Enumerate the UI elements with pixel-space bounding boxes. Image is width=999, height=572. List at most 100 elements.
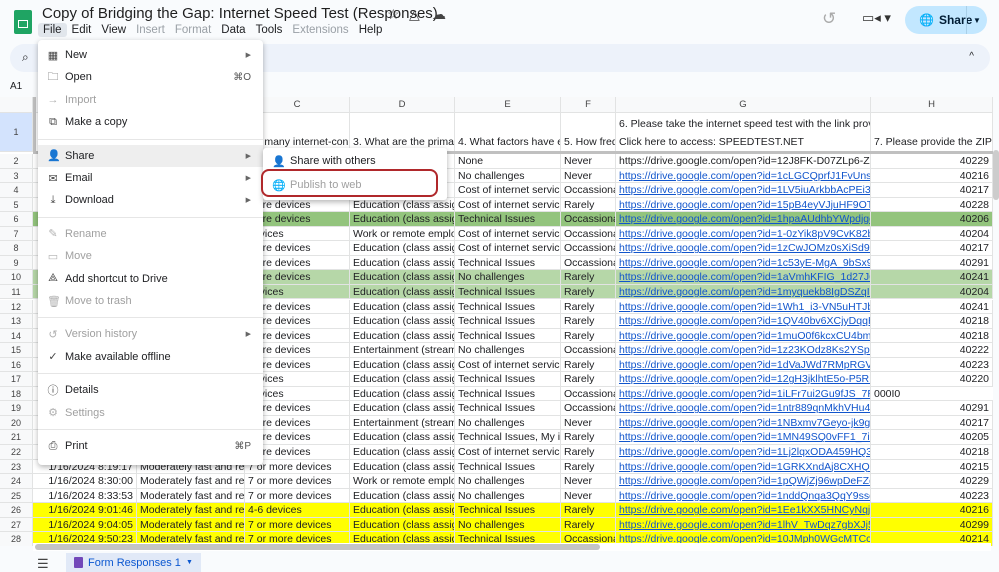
cell[interactable]: Entertainment (streaming — [350, 415, 455, 431]
column-header[interactable]: F — [561, 97, 616, 113]
cloud-status-icon[interactable]: ☁ — [432, 6, 446, 23]
cell[interactable]: 1/16/2024 8:33:53 — [33, 488, 137, 504]
horizontal-scrollbar[interactable] — [33, 543, 991, 551]
row-number[interactable]: 7 — [0, 226, 33, 242]
menu-item-details[interactable]: ⓘ Details — [38, 379, 263, 401]
cell[interactable]: Work or remote employm — [350, 226, 455, 242]
link-cell[interactable]: https://drive.google.com/open?id=1pQWjZj… — [616, 474, 871, 489]
cell[interactable]: Technical Issues — [455, 328, 561, 344]
column-header[interactable]: G — [616, 97, 871, 113]
row-number[interactable]: 5 — [0, 197, 33, 213]
row-number[interactable]: 27 — [0, 517, 33, 533]
menu-item-download[interactable]: ⤓ Download ▶ — [38, 189, 263, 211]
cell[interactable]: Technical Issues — [455, 459, 561, 475]
cell[interactable]: 4-6 devices — [245, 503, 350, 518]
menu-item-email[interactable]: ✉ Email ▶ — [38, 167, 263, 189]
cell[interactable]: Moderately fast and relial — [137, 517, 245, 533]
row-number[interactable]: 10 — [0, 270, 33, 285]
cell[interactable]: None — [455, 154, 561, 169]
cell[interactable]: Rarely — [561, 357, 616, 373]
cell[interactable]: 40216 — [871, 503, 993, 518]
cell[interactable]: Cost of internet service, T — [455, 445, 561, 460]
cell[interactable]: 40222 — [871, 343, 993, 358]
cell[interactable]: 40223 — [871, 357, 993, 373]
cell[interactable]: Occassionall — [561, 386, 616, 402]
cell[interactable]: Never — [561, 154, 616, 169]
cell[interactable]: Education (class assignm — [350, 241, 455, 256]
cell[interactable]: 1/16/2024 9:04:05 — [33, 517, 137, 533]
cell[interactable]: Education (class assignm — [350, 357, 455, 373]
menu-help[interactable]: Help — [354, 23, 388, 37]
row-number[interactable]: 2 — [0, 154, 33, 169]
cell[interactable]: Cost of internet service — [455, 357, 561, 373]
cell[interactable]: Education (class assignm — [350, 401, 455, 416]
cell[interactable]: Never — [561, 168, 616, 184]
cell[interactable]: 000I0 — [871, 386, 993, 402]
row-number[interactable]: 17 — [0, 372, 33, 387]
cell[interactable]: Moderately fast and relial — [137, 503, 245, 518]
corner-cell[interactable] — [0, 97, 33, 113]
row-number[interactable]: 25 — [0, 488, 33, 504]
cell[interactable]: 40223 — [871, 488, 993, 504]
menu-tools[interactable]: Tools — [251, 23, 288, 37]
version-history-icon[interactable]: ↺ — [822, 9, 836, 29]
column-header[interactable]: H — [871, 97, 993, 113]
header-cell[interactable]: 4. What factors have eve — [455, 113, 561, 152]
cell[interactable]: No challenges — [455, 168, 561, 184]
cell[interactable]: 40291 — [871, 255, 993, 271]
menu-item-version-history[interactable]: ↺ Version history ▶ — [38, 323, 263, 345]
row-number[interactable]: 9 — [0, 255, 33, 271]
link-cell[interactable]: https://drive.google.com/open?id=1LV5iuA… — [616, 183, 871, 198]
document-title[interactable]: Copy of Bridging the Gap: Internet Speed… — [42, 5, 438, 22]
cell[interactable]: Rarely — [561, 372, 616, 387]
cell[interactable]: 40205 — [871, 430, 993, 445]
link-cell[interactable]: https://drive.google.com/open?id=1nddQnq… — [616, 488, 871, 504]
menu-view[interactable]: View — [96, 23, 131, 37]
cell[interactable]: Rarely — [561, 517, 616, 533]
cell[interactable]: 40216 — [871, 168, 993, 184]
cell[interactable]: Occassionall — [561, 212, 616, 227]
link-cell[interactable]: https://drive.google.com/open?id=1hpaAUd… — [616, 212, 871, 227]
sheets-logo[interactable] — [14, 10, 32, 34]
link-cell[interactable]: https://drive.google.com/open?id=12J8FK-… — [616, 154, 871, 169]
cell[interactable]: Education (class assignm — [350, 503, 455, 518]
sheet-tab[interactable]: Form Responses 1 ▼ — [66, 553, 201, 572]
menu-item-settings[interactable]: ⚙ Settings — [38, 402, 263, 424]
chevron-down-icon[interactable]: ▼ — [973, 16, 981, 25]
cell[interactable]: Rarely — [561, 284, 616, 300]
cell[interactable]: Moderately fast and relial — [137, 474, 245, 489]
row-number[interactable]: 8 — [0, 241, 33, 256]
cell[interactable]: Cost of internet service, T — [455, 241, 561, 256]
link-cell[interactable]: https://drive.google.com/open?id=1c53yE-… — [616, 255, 871, 271]
cell[interactable]: Work or remote employm — [350, 474, 455, 489]
cell[interactable]: Technical Issues — [455, 386, 561, 402]
cell[interactable]: 40218 — [871, 314, 993, 329]
search-icon[interactable]: ⌕ — [22, 50, 29, 65]
menu-item-make-a-copy[interactable]: ⧉ Make a copy — [38, 111, 263, 133]
row-number[interactable]: 4 — [0, 183, 33, 198]
row-number[interactable]: 18 — [0, 386, 33, 402]
cell[interactable]: Occassionall — [561, 226, 616, 242]
meet-camera-icon[interactable]: ▭◂ ▾ — [862, 10, 891, 26]
row-number[interactable]: 1 — [0, 113, 33, 152]
cell[interactable]: Never — [561, 415, 616, 431]
link-cell[interactable]: https://drive.google.com/open?id=1iLFr7u… — [616, 386, 871, 402]
star-icon[interactable]: ☆ — [387, 6, 400, 23]
link-cell[interactable]: https://drive.google.com/open?id=1muO0f6… — [616, 328, 871, 344]
link-cell[interactable]: https://drive.google.com/open?id=1aVmhKF… — [616, 270, 871, 285]
menu-item-move[interactable]: ▭ Move — [38, 245, 263, 267]
link-cell[interactable]: https://drive.google.com/open?id=1cLGCQp… — [616, 168, 871, 184]
row-number[interactable]: 23 — [0, 459, 33, 475]
menu-item-print[interactable]: ⎙ Print ⌘P — [38, 435, 263, 457]
link-cell[interactable]: https://drive.google.com/open?id=12gH3jk… — [616, 372, 871, 387]
row-number[interactable]: 19 — [0, 401, 33, 416]
cell[interactable]: Rarely — [561, 328, 616, 344]
cell[interactable]: Rarely — [561, 314, 616, 329]
menu-insert[interactable]: Insert — [131, 23, 170, 37]
menu-edit[interactable]: Edit — [67, 23, 97, 37]
cell[interactable]: Education (class assignm — [350, 517, 455, 533]
cell[interactable]: Education (class assignm — [350, 430, 455, 445]
cell[interactable]: Occassionall — [561, 255, 616, 271]
cell[interactable]: 40218 — [871, 445, 993, 460]
link-cell[interactable]: https://drive.google.com/open?id=1z23KOd… — [616, 343, 871, 358]
